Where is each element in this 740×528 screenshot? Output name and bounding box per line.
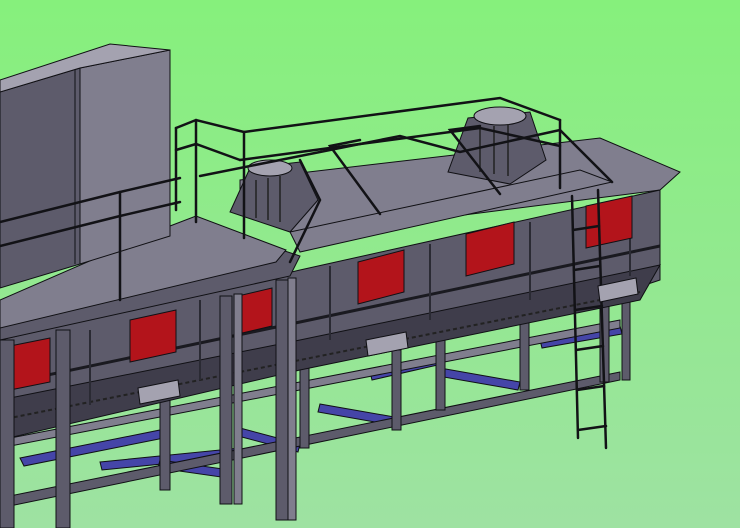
- cad-viewport: [0, 0, 740, 528]
- frame-leg: [435, 339, 446, 411]
- red-panel: [9, 337, 51, 391]
- support-column: [287, 277, 297, 521]
- drive-unit-cap: [473, 106, 527, 126]
- frame-leg: [391, 349, 402, 431]
- cabinet-side: [79, 49, 171, 265]
- cabinet-front: [0, 67, 81, 289]
- support-column: [0, 339, 15, 528]
- cad-model-render: [0, 0, 740, 528]
- red-panel: [237, 287, 273, 335]
- frame-leg: [299, 367, 310, 449]
- support-column: [233, 293, 243, 505]
- frame-leg: [519, 319, 530, 391]
- frame-leg: [159, 389, 171, 491]
- support-column: [219, 295, 233, 505]
- frame-leg: [621, 299, 631, 381]
- support-column: [55, 329, 71, 528]
- support-column: [275, 279, 289, 521]
